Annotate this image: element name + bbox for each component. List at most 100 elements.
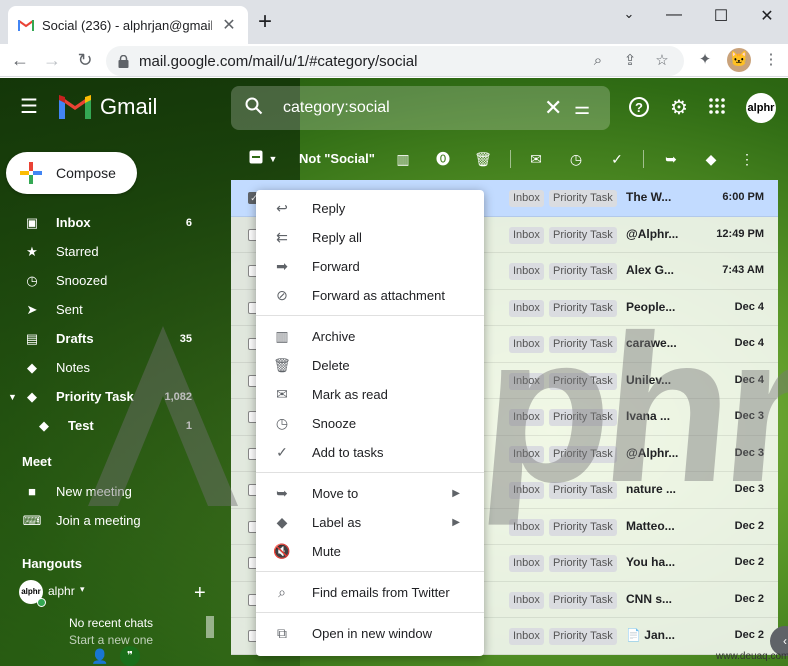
sidebar-item-starred[interactable]: ★ Starred — [0, 237, 230, 266]
search-input[interactable]: category:social — [283, 99, 544, 117]
sidebar-item-drafts[interactable]: ▤ Drafts 35 — [0, 324, 230, 353]
snooze-clock-icon[interactable]: ◷ — [565, 148, 587, 170]
inbox-label-chip[interactable]: Inbox — [509, 336, 544, 353]
email-subject: Ivana ... — [626, 409, 671, 423]
sidebar-item-notes[interactable]: ◆ Notes — [0, 353, 230, 382]
menu-item-forward[interactable]: ➡ Forward — [256, 252, 484, 281]
sidebar-item-sent[interactable]: ➤ Sent — [0, 295, 230, 324]
hangouts-quote-icon[interactable]: ❞ — [120, 646, 140, 666]
menu-item-add-tasks[interactable]: ✓ Add to tasks — [256, 438, 484, 467]
add-chat-plus-icon[interactable]: + — [194, 582, 206, 605]
inbox-label-chip[interactable]: Inbox — [509, 372, 544, 390]
labels-icon[interactable]: ◆ — [700, 148, 722, 170]
extensions-puzzle-icon[interactable]: ✦ — [693, 48, 717, 72]
inbox-label-chip[interactable]: Inbox — [509, 226, 544, 244]
sidebar-item-test[interactable]: ◆ Test 1 — [0, 411, 230, 440]
not-social-button[interactable]: Not "Social" — [299, 151, 375, 166]
menu-item-delete[interactable]: 🗑 Delete — [256, 351, 484, 380]
inbox-label-chip[interactable]: Inbox — [509, 518, 544, 536]
inbox-label-chip[interactable]: Inbox — [509, 299, 544, 317]
reload-icon[interactable]: ↻ — [73, 49, 97, 73]
priority-task-label-chip[interactable]: Priority Task — [549, 263, 617, 280]
add-to-tasks-icon[interactable]: ✓ — [606, 148, 628, 170]
main-menu-icon[interactable]: ☰ — [20, 96, 42, 118]
start-new-chat-link[interactable]: Start a new one — [69, 633, 153, 647]
menu-item-mute[interactable]: 🔇 Mute — [256, 537, 484, 566]
maximize-icon[interactable]: ☐ — [706, 6, 736, 26]
inbox-label-chip[interactable]: Inbox — [509, 190, 544, 207]
browser-tab[interactable]: Social (236) - alphrjan@gmail.com ✕ — [8, 6, 248, 44]
join-meeting-button[interactable]: ⌨ Join a meeting — [0, 506, 230, 535]
search-icon[interactable] — [245, 97, 269, 120]
priority-task-label-chip[interactable]: Priority Task — [549, 482, 617, 499]
inbox-label-chip[interactable]: Inbox — [509, 482, 544, 499]
inbox-label-chip[interactable]: Inbox — [509, 263, 544, 280]
menu-item-move-to[interactable]: ➥ Move to ▶ — [256, 479, 484, 508]
new-tab-icon[interactable]: + — [258, 10, 272, 34]
expand-caret-icon[interactable]: ▼ — [8, 392, 17, 402]
report-spam-icon[interactable]: ⓿ — [432, 148, 454, 170]
forward-arrow-icon[interactable]: → — [40, 49, 64, 73]
apps-grid-icon[interactable] — [705, 96, 729, 120]
search-options-tune-icon[interactable]: ⚌ — [574, 98, 610, 119]
bookmark-star-icon[interactable]: ☆ — [650, 49, 674, 73]
inbox-label-chip[interactable]: Inbox — [509, 591, 544, 609]
compose-button[interactable]: Compose — [6, 152, 137, 194]
sidebar-item-snoozed[interactable]: ◷ Snoozed — [0, 266, 230, 295]
priority-task-label-chip[interactable]: Priority Task — [549, 591, 617, 609]
menu-item-find-emails[interactable]: ⌕ Find emails from Twitter — [256, 578, 484, 607]
priority-task-label-chip[interactable]: Priority Task — [549, 409, 617, 426]
menu-item-open-new-window[interactable]: ⧉ Open in new window — [256, 619, 484, 648]
menu-item-snooze[interactable]: ◷ Snooze — [256, 409, 484, 438]
menu-item-forward-attachment[interactable]: ⊘ Forward as attachment — [256, 281, 484, 310]
menu-item-mark-read[interactable]: ✉ Mark as read — [256, 380, 484, 409]
tab-search-chevron-down-icon[interactable]: ⌄ — [614, 6, 644, 26]
inbox-label-chip[interactable]: Inbox — [509, 409, 544, 426]
share-icon[interactable]: ⇪ — [618, 49, 642, 73]
hangouts-scrollbar[interactable] — [206, 616, 214, 638]
more-options-kebab-icon[interactable]: ⋮ — [736, 148, 758, 170]
inbox-label-chip[interactable]: Inbox — [509, 555, 544, 572]
gmail-logo[interactable]: Gmail — [58, 94, 157, 120]
select-dropdown-chevron-down-icon[interactable]: ▼ — [262, 148, 284, 170]
account-avatar[interactable]: alphr — [746, 93, 776, 123]
archive-icon[interactable]: ▥ — [392, 148, 414, 170]
priority-task-label-chip[interactable]: Priority Task — [549, 190, 617, 207]
new-meeting-button[interactable]: ■ New meeting — [0, 477, 230, 506]
chrome-menu-kebab-icon[interactable]: ⋮ — [759, 48, 783, 72]
mark-as-read-icon[interactable]: ✉ — [525, 148, 547, 170]
user-dropdown-caret-icon[interactable]: ▾ — [80, 584, 85, 595]
address-bar[interactable]: mail.google.com/mail/u/1/#category/socia… — [106, 46, 684, 76]
inbox-label-chip[interactable]: Inbox — [509, 628, 544, 645]
priority-task-label-chip[interactable]: Priority Task — [549, 555, 617, 572]
back-arrow-icon[interactable]: ← — [8, 49, 32, 73]
contacts-person-icon[interactable]: 👤 — [91, 648, 108, 665]
priority-task-label-chip[interactable]: Priority Task — [549, 628, 617, 645]
delete-trash-icon[interactable]: 🗑 — [472, 148, 494, 170]
inbox-label-chip[interactable]: Inbox — [509, 445, 544, 463]
menu-item-reply[interactable]: ↩ Reply — [256, 194, 484, 223]
tab-close-icon[interactable]: ✕ — [220, 15, 238, 35]
move-to-icon[interactable]: ➥ — [660, 148, 682, 170]
priority-task-label-chip[interactable]: Priority Task — [549, 372, 617, 390]
priority-task-label-chip[interactable]: Priority Task — [549, 336, 617, 353]
email-subject: carawe... — [626, 336, 677, 350]
priority-task-label-chip[interactable]: Priority Task — [549, 518, 617, 536]
priority-task-label-chip[interactable]: Priority Task — [549, 445, 617, 463]
search-bar[interactable]: category:social ✕ ⚌ — [231, 86, 610, 130]
sidebar-item-priority-task[interactable]: ▼ ◆ Priority Task 1,082 — [0, 382, 230, 411]
priority-task-label-chip[interactable]: Priority Task — [549, 299, 617, 317]
minimize-icon[interactable]: — — [659, 6, 689, 26]
menu-item-label-as[interactable]: ◆ Label as ▶ — [256, 508, 484, 537]
menu-item-archive[interactable]: ▥ Archive — [256, 322, 484, 351]
hangouts-user-name[interactable]: alphr — [48, 584, 75, 598]
profile-cat-avatar-icon[interactable]: 🐱 — [727, 48, 751, 72]
settings-gear-icon[interactable]: ⚙ — [667, 96, 691, 120]
clear-search-icon[interactable]: ✕ — [544, 95, 574, 121]
zoom-search-icon[interactable]: ⌕ — [586, 49, 610, 73]
menu-item-reply-all[interactable]: ⇇ Reply all — [256, 223, 484, 252]
sidebar-item-inbox[interactable]: ▣ Inbox 6 — [0, 208, 230, 237]
window-close-icon[interactable]: ✕ — [752, 6, 782, 26]
help-icon[interactable]: ? — [627, 96, 651, 120]
priority-task-label-chip[interactable]: Priority Task — [549, 226, 617, 244]
